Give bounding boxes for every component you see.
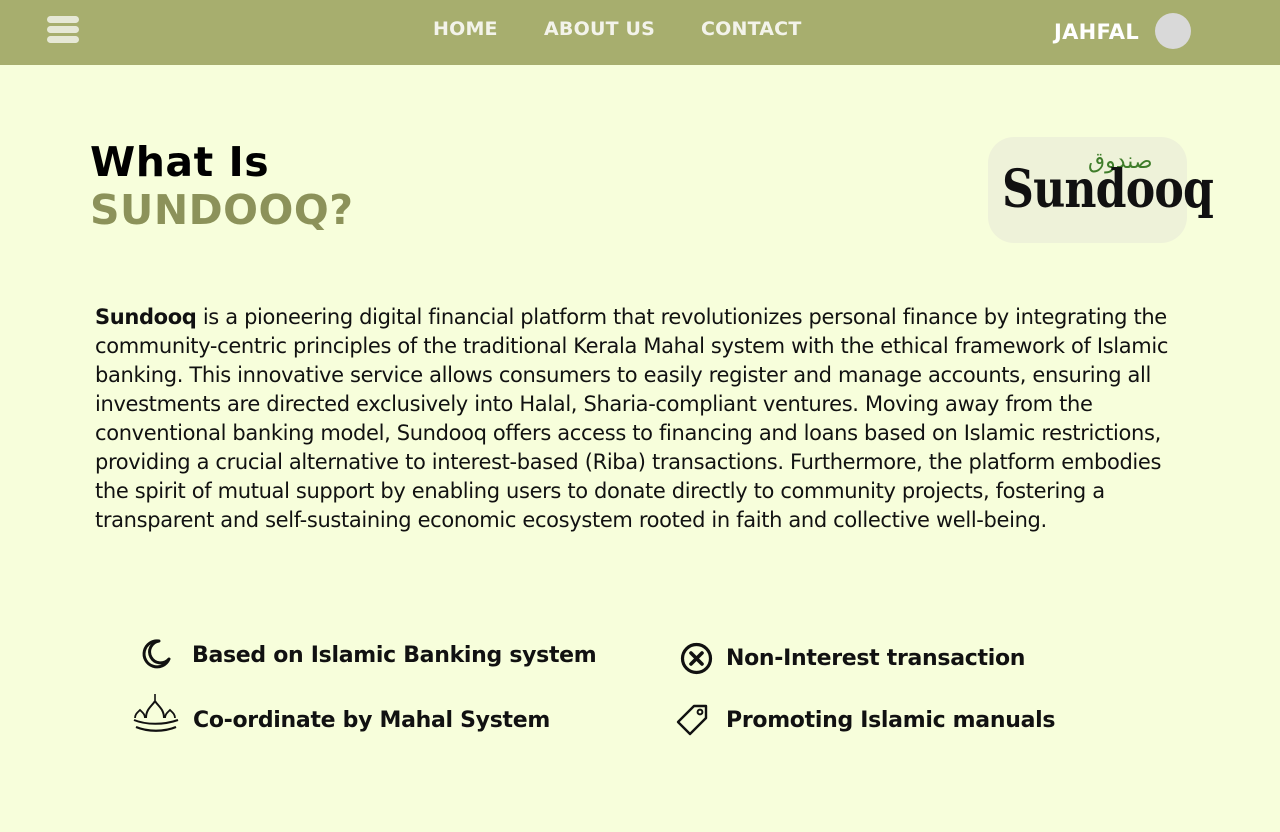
- mosque-icon: [132, 692, 180, 741]
- top-nav-bar: HOME ABOUT US CONTACT JAHFAL: [0, 0, 1280, 65]
- feature-islamic-banking: Based on Islamic Banking system: [140, 636, 610, 676]
- feature-non-interest: Non-Interest transaction: [680, 640, 1060, 680]
- page-title-brand: SUNDOOQ?: [90, 186, 354, 234]
- logo-latin-text: Sundooq: [1002, 159, 1214, 220]
- feature-label: Promoting Islamic manuals: [726, 708, 1056, 733]
- description-brand: Sundooq: [95, 305, 197, 329]
- user-name[interactable]: JAHFAL: [1054, 20, 1139, 44]
- tag-icon: [676, 703, 710, 742]
- feature-mahal-system: Co-ordinate by Mahal System: [132, 692, 572, 733]
- nav-about-link[interactable]: ABOUT US: [544, 18, 655, 40]
- description-text: is a pioneering digital financial platfo…: [95, 305, 1169, 532]
- feature-label: Based on Islamic Banking system: [192, 643, 597, 668]
- x-circle-icon: [680, 642, 713, 680]
- description-paragraph: Sundooq is a pioneering digital financia…: [95, 303, 1187, 535]
- page-title: What Is: [90, 138, 270, 186]
- feature-islamic-manuals: Promoting Islamic manuals: [676, 703, 1076, 743]
- avatar[interactable]: [1155, 13, 1191, 49]
- nav-contact-link[interactable]: CONTACT: [701, 18, 802, 40]
- sundooq-logo: صندوق Sundooq: [988, 137, 1214, 243]
- feature-label: Non-Interest transaction: [726, 646, 1026, 671]
- feature-label: Co-ordinate by Mahal System: [193, 708, 550, 733]
- crescent-moon-icon: [140, 638, 172, 675]
- nav-home-link[interactable]: HOME: [433, 18, 498, 40]
